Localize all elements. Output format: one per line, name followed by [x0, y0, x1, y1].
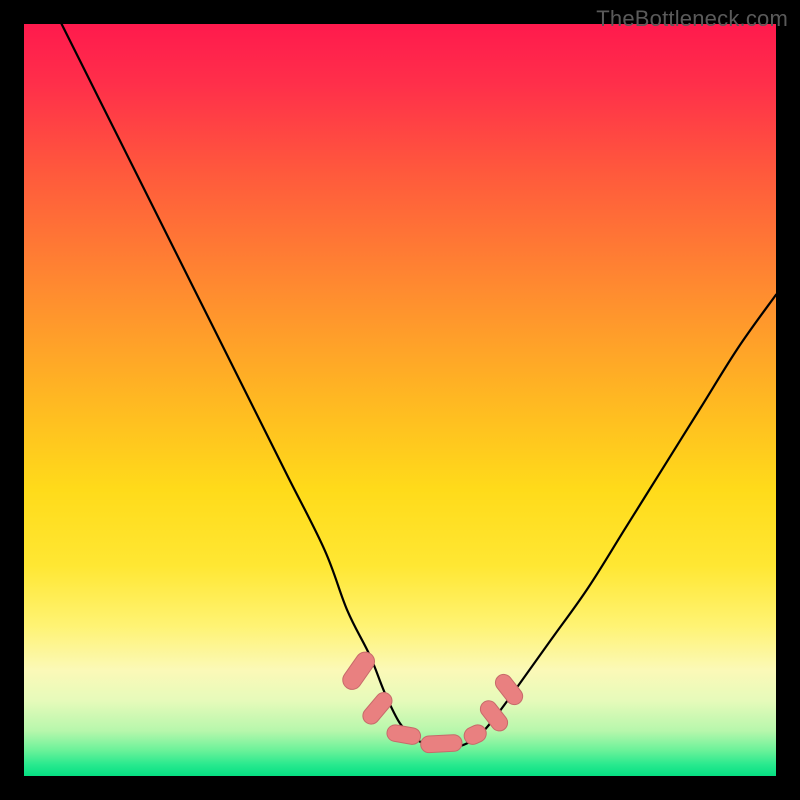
curve-marker [339, 648, 378, 693]
bottleneck-curve [62, 24, 776, 747]
curve-marker [360, 689, 396, 727]
curve-markers [339, 648, 526, 753]
plot-area [24, 24, 776, 776]
curve-marker [420, 734, 462, 753]
watermark-text: TheBottleneck.com [596, 6, 788, 32]
chart-frame: TheBottleneck.com [0, 0, 800, 800]
curve-marker [492, 671, 526, 708]
curve-marker [386, 724, 422, 746]
chart-overlay [24, 24, 776, 776]
